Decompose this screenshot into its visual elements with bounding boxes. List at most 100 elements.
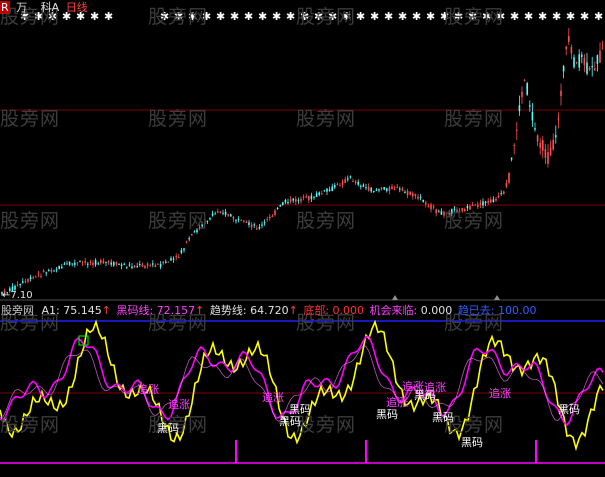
candle-body: [396, 186, 398, 188]
a1-value: 75.145: [63, 304, 102, 317]
candle-body: [289, 199, 292, 202]
candle-body: [107, 260, 110, 263]
candle-body: [110, 262, 112, 265]
candle-body: [318, 192, 320, 195]
candle-body: [71, 263, 73, 265]
candle-body: [128, 264, 131, 266]
candle-body: [245, 222, 248, 224]
stock-header: R 万 科A 日线: [0, 1, 88, 14]
candle-body: [79, 261, 81, 263]
candle-body: [219, 211, 222, 213]
candle-body: [417, 196, 419, 199]
event-marker-icon: ✱: [216, 10, 225, 23]
candle-body: [588, 67, 591, 70]
candle-body: [269, 216, 271, 219]
candle-body: [42, 270, 45, 272]
watermark: 股旁网: [0, 414, 61, 436]
chance-value: 0.000: [420, 304, 453, 317]
candle-body: [438, 211, 440, 213]
candle-body: [328, 189, 331, 191]
event-marker-icon: ✱: [426, 10, 435, 23]
event-marker-icon: ✱: [370, 10, 379, 23]
candle-body: [170, 258, 172, 261]
candle-body: [601, 48, 604, 50]
candle-body: [323, 190, 326, 192]
candle-body: [373, 190, 375, 192]
candle-body: [35, 276, 37, 278]
candle-body: [526, 83, 528, 95]
candle-body: [94, 260, 97, 265]
event-marker-icon: ✱: [580, 10, 589, 23]
candle-body: [149, 265, 151, 267]
event-marker-icon: ✱: [258, 10, 267, 23]
candle-body: [81, 262, 84, 264]
price-candles[interactable]: [1, 28, 604, 297]
candle-body: [349, 176, 352, 178]
candle-body: [172, 258, 175, 260]
candle-body: [339, 185, 341, 187]
candle-body: [188, 238, 190, 240]
candle-body: [235, 220, 237, 222]
candle-body: [508, 172, 510, 183]
signal-label: 黑码: [432, 411, 454, 424]
black-horse-label: 黑码线:: [116, 304, 154, 317]
candle-body: [573, 57, 575, 68]
candle-body: [354, 181, 357, 183]
candle-body: [414, 193, 417, 196]
event-marker-icon: ✱: [412, 10, 421, 23]
candle-body: [539, 142, 541, 148]
signal-label: 黑码: [279, 415, 301, 428]
trend-label: 趋势线:: [209, 304, 247, 317]
event-marker-icon: ✱: [90, 10, 99, 23]
candle-body: [419, 197, 422, 199]
candle-body: [375, 189, 378, 191]
candle-body: [37, 273, 40, 275]
candle-body: [40, 275, 42, 277]
signal-label: 黑码: [376, 408, 398, 421]
candle-body: [27, 279, 29, 282]
candle-body: [191, 234, 193, 236]
candle-body: [523, 79, 526, 81]
candle-body: [32, 277, 34, 279]
gone-value: 100.00: [497, 304, 537, 317]
event-markers-row[interactable]: ✱ ✱ ✱ ✱ ✱ ✱ ✱ ✱ ✱ ✱ ✱ ✱ ✱ ✱ ✱ ✱ ✱ ✱ ✱ ✱ ✱ ✱ ✱ ✱ ✱ ✱ ✱ ✱ ✱ ✱ ✱ ✱ ✱ ✱ ✱ ✱ ✱ ✱ ✱: [20, 10, 603, 300]
candle-body: [302, 196, 305, 198]
candle-body: [178, 257, 180, 259]
watermark: 股旁网: [444, 6, 505, 28]
candle-body: [360, 185, 362, 187]
candle-body: [344, 179, 346, 184]
period-label[interactable]: 日线: [66, 1, 88, 14]
candle-body: [180, 250, 183, 253]
indicator-bar: 股旁网 A1: 75.145↑ 黑码线: 72.157↑ 趋势线: 64.720…: [1, 304, 537, 317]
signal-label: 追涨: [262, 391, 284, 404]
candle-body: [308, 196, 310, 201]
event-marker-icon: ✱: [398, 10, 407, 23]
candle-body: [240, 219, 242, 221]
candle-body: [16, 284, 19, 286]
candle-body: [300, 198, 302, 202]
candle-body: [29, 277, 32, 280]
candle-body: [261, 224, 263, 226]
candle-body: [388, 187, 391, 191]
candle-body: [214, 213, 216, 215]
candle-body: [547, 152, 549, 164]
candle-body: [89, 262, 92, 264]
black-horse-value: 72.157: [156, 304, 196, 317]
candle-body: [48, 270, 50, 272]
candle-body: [131, 266, 133, 268]
candle-body: [516, 129, 518, 131]
candle-body: [365, 187, 367, 189]
candle-body: [144, 266, 146, 268]
event-marker-icon: ✱: [384, 10, 393, 23]
watermark: 股旁网: [296, 6, 357, 28]
candle-body: [435, 209, 437, 214]
candle-body: [227, 214, 229, 216]
candle-body: [274, 210, 276, 215]
event-marker-icon: ✱: [244, 10, 253, 23]
candle-body: [310, 195, 313, 200]
candle-body: [570, 47, 573, 54]
candle-body: [266, 219, 268, 221]
candle-body: [386, 188, 388, 191]
candle-body: [495, 198, 497, 201]
candle-body: [334, 185, 336, 188]
